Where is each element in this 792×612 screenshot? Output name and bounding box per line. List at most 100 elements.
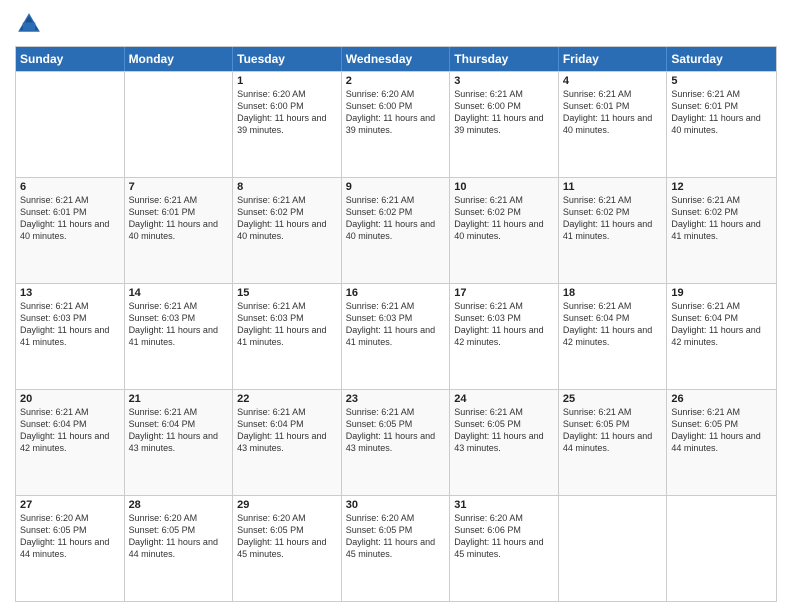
- cell-info: Sunrise: 6:21 AM Sunset: 6:00 PM Dayligh…: [454, 88, 554, 137]
- day-number: 27: [20, 499, 120, 511]
- cell-info: Sunrise: 6:21 AM Sunset: 6:03 PM Dayligh…: [129, 300, 229, 349]
- cell-info: Sunrise: 6:21 AM Sunset: 6:03 PM Dayligh…: [237, 300, 337, 349]
- day-number: 12: [671, 181, 772, 193]
- cell-info: Sunrise: 6:20 AM Sunset: 6:05 PM Dayligh…: [20, 512, 120, 561]
- calendar-row: 27Sunrise: 6:20 AM Sunset: 6:05 PM Dayli…: [16, 495, 776, 601]
- cell-info: Sunrise: 6:21 AM Sunset: 6:05 PM Dayligh…: [671, 406, 772, 455]
- calendar-cell: 4Sunrise: 6:21 AM Sunset: 6:01 PM Daylig…: [559, 72, 668, 177]
- cal-header-day: Tuesday: [233, 47, 342, 71]
- day-number: 18: [563, 287, 663, 299]
- calendar-cell: [125, 72, 234, 177]
- day-number: 23: [346, 393, 446, 405]
- cell-info: Sunrise: 6:21 AM Sunset: 6:04 PM Dayligh…: [671, 300, 772, 349]
- cell-info: Sunrise: 6:21 AM Sunset: 6:04 PM Dayligh…: [20, 406, 120, 455]
- cell-info: Sunrise: 6:21 AM Sunset: 6:04 PM Dayligh…: [237, 406, 337, 455]
- calendar-cell: 10Sunrise: 6:21 AM Sunset: 6:02 PM Dayli…: [450, 178, 559, 283]
- day-number: 19: [671, 287, 772, 299]
- header: [15, 10, 777, 38]
- cell-info: Sunrise: 6:21 AM Sunset: 6:01 PM Dayligh…: [20, 194, 120, 243]
- calendar-cell: 14Sunrise: 6:21 AM Sunset: 6:03 PM Dayli…: [125, 284, 234, 389]
- cell-info: Sunrise: 6:21 AM Sunset: 6:05 PM Dayligh…: [563, 406, 663, 455]
- day-number: 16: [346, 287, 446, 299]
- calendar-cell: 7Sunrise: 6:21 AM Sunset: 6:01 PM Daylig…: [125, 178, 234, 283]
- day-number: 7: [129, 181, 229, 193]
- cell-info: Sunrise: 6:21 AM Sunset: 6:05 PM Dayligh…: [346, 406, 446, 455]
- calendar-cell: 24Sunrise: 6:21 AM Sunset: 6:05 PM Dayli…: [450, 390, 559, 495]
- cell-info: Sunrise: 6:21 AM Sunset: 6:02 PM Dayligh…: [563, 194, 663, 243]
- day-number: 31: [454, 499, 554, 511]
- calendar-cell: 20Sunrise: 6:21 AM Sunset: 6:04 PM Dayli…: [16, 390, 125, 495]
- day-number: 20: [20, 393, 120, 405]
- calendar-cell: [559, 496, 668, 601]
- calendar-body: 1Sunrise: 6:20 AM Sunset: 6:00 PM Daylig…: [16, 71, 776, 601]
- cell-info: Sunrise: 6:21 AM Sunset: 6:02 PM Dayligh…: [237, 194, 337, 243]
- page: SundayMondayTuesdayWednesdayThursdayFrid…: [0, 0, 792, 612]
- day-number: 8: [237, 181, 337, 193]
- calendar-header-row: SundayMondayTuesdayWednesdayThursdayFrid…: [16, 47, 776, 71]
- cell-info: Sunrise: 6:20 AM Sunset: 6:00 PM Dayligh…: [346, 88, 446, 137]
- day-number: 2: [346, 75, 446, 87]
- calendar-cell: 25Sunrise: 6:21 AM Sunset: 6:05 PM Dayli…: [559, 390, 668, 495]
- calendar: SundayMondayTuesdayWednesdayThursdayFrid…: [15, 46, 777, 602]
- calendar-cell: 8Sunrise: 6:21 AM Sunset: 6:02 PM Daylig…: [233, 178, 342, 283]
- day-number: 9: [346, 181, 446, 193]
- day-number: 30: [346, 499, 446, 511]
- calendar-cell: 31Sunrise: 6:20 AM Sunset: 6:06 PM Dayli…: [450, 496, 559, 601]
- calendar-cell: 28Sunrise: 6:20 AM Sunset: 6:05 PM Dayli…: [125, 496, 234, 601]
- day-number: 26: [671, 393, 772, 405]
- calendar-cell: 22Sunrise: 6:21 AM Sunset: 6:04 PM Dayli…: [233, 390, 342, 495]
- calendar-cell: 29Sunrise: 6:20 AM Sunset: 6:05 PM Dayli…: [233, 496, 342, 601]
- calendar-cell: 17Sunrise: 6:21 AM Sunset: 6:03 PM Dayli…: [450, 284, 559, 389]
- calendar-cell: 9Sunrise: 6:21 AM Sunset: 6:02 PM Daylig…: [342, 178, 451, 283]
- cell-info: Sunrise: 6:21 AM Sunset: 6:02 PM Dayligh…: [346, 194, 446, 243]
- calendar-cell: 6Sunrise: 6:21 AM Sunset: 6:01 PM Daylig…: [16, 178, 125, 283]
- day-number: 10: [454, 181, 554, 193]
- calendar-cell: 27Sunrise: 6:20 AM Sunset: 6:05 PM Dayli…: [16, 496, 125, 601]
- cal-header-day: Saturday: [667, 47, 776, 71]
- calendar-cell: 23Sunrise: 6:21 AM Sunset: 6:05 PM Dayli…: [342, 390, 451, 495]
- cal-header-day: Sunday: [16, 47, 125, 71]
- cell-info: Sunrise: 6:21 AM Sunset: 6:03 PM Dayligh…: [454, 300, 554, 349]
- calendar-row: 20Sunrise: 6:21 AM Sunset: 6:04 PM Dayli…: [16, 389, 776, 495]
- calendar-cell: 16Sunrise: 6:21 AM Sunset: 6:03 PM Dayli…: [342, 284, 451, 389]
- cell-info: Sunrise: 6:21 AM Sunset: 6:02 PM Dayligh…: [671, 194, 772, 243]
- calendar-cell: 12Sunrise: 6:21 AM Sunset: 6:02 PM Dayli…: [667, 178, 776, 283]
- cell-info: Sunrise: 6:20 AM Sunset: 6:05 PM Dayligh…: [346, 512, 446, 561]
- day-number: 24: [454, 393, 554, 405]
- cell-info: Sunrise: 6:21 AM Sunset: 6:02 PM Dayligh…: [454, 194, 554, 243]
- cell-info: Sunrise: 6:20 AM Sunset: 6:00 PM Dayligh…: [237, 88, 337, 137]
- cell-info: Sunrise: 6:21 AM Sunset: 6:01 PM Dayligh…: [671, 88, 772, 137]
- cell-info: Sunrise: 6:21 AM Sunset: 6:03 PM Dayligh…: [20, 300, 120, 349]
- cell-info: Sunrise: 6:20 AM Sunset: 6:05 PM Dayligh…: [237, 512, 337, 561]
- cell-info: Sunrise: 6:21 AM Sunset: 6:05 PM Dayligh…: [454, 406, 554, 455]
- calendar-cell: 5Sunrise: 6:21 AM Sunset: 6:01 PM Daylig…: [667, 72, 776, 177]
- calendar-cell: 11Sunrise: 6:21 AM Sunset: 6:02 PM Dayli…: [559, 178, 668, 283]
- calendar-cell: 15Sunrise: 6:21 AM Sunset: 6:03 PM Dayli…: [233, 284, 342, 389]
- calendar-cell: 18Sunrise: 6:21 AM Sunset: 6:04 PM Dayli…: [559, 284, 668, 389]
- calendar-cell: 21Sunrise: 6:21 AM Sunset: 6:04 PM Dayli…: [125, 390, 234, 495]
- day-number: 1: [237, 75, 337, 87]
- calendar-cell: [667, 496, 776, 601]
- day-number: 25: [563, 393, 663, 405]
- calendar-row: 13Sunrise: 6:21 AM Sunset: 6:03 PM Dayli…: [16, 283, 776, 389]
- calendar-cell: 19Sunrise: 6:21 AM Sunset: 6:04 PM Dayli…: [667, 284, 776, 389]
- day-number: 21: [129, 393, 229, 405]
- day-number: 15: [237, 287, 337, 299]
- cell-info: Sunrise: 6:21 AM Sunset: 6:04 PM Dayligh…: [563, 300, 663, 349]
- cal-header-day: Thursday: [450, 47, 559, 71]
- day-number: 17: [454, 287, 554, 299]
- day-number: 6: [20, 181, 120, 193]
- cal-header-day: Friday: [559, 47, 668, 71]
- day-number: 3: [454, 75, 554, 87]
- cal-header-day: Wednesday: [342, 47, 451, 71]
- calendar-cell: [16, 72, 125, 177]
- day-number: 4: [563, 75, 663, 87]
- calendar-row: 1Sunrise: 6:20 AM Sunset: 6:00 PM Daylig…: [16, 71, 776, 177]
- calendar-cell: 26Sunrise: 6:21 AM Sunset: 6:05 PM Dayli…: [667, 390, 776, 495]
- calendar-cell: 30Sunrise: 6:20 AM Sunset: 6:05 PM Dayli…: [342, 496, 451, 601]
- cell-info: Sunrise: 6:20 AM Sunset: 6:06 PM Dayligh…: [454, 512, 554, 561]
- calendar-cell: 2Sunrise: 6:20 AM Sunset: 6:00 PM Daylig…: [342, 72, 451, 177]
- calendar-row: 6Sunrise: 6:21 AM Sunset: 6:01 PM Daylig…: [16, 177, 776, 283]
- day-number: 11: [563, 181, 663, 193]
- day-number: 29: [237, 499, 337, 511]
